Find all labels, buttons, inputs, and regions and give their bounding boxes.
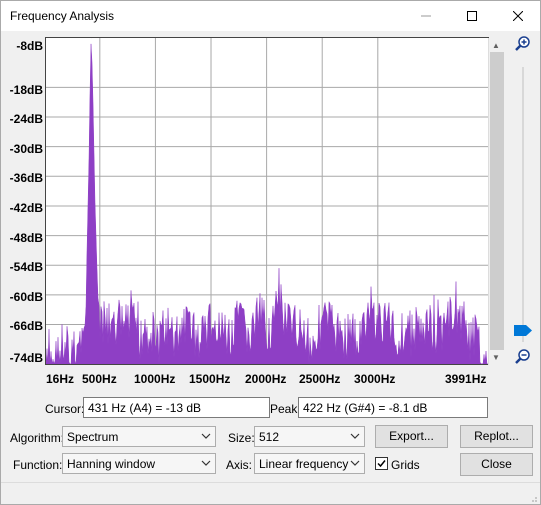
vertical-scrollbar[interactable]: ▲ ▼ [488, 38, 504, 365]
function-value: Hanning window [67, 457, 156, 471]
export-button[interactable]: Export... [375, 425, 448, 448]
y-tick-label: -30dB [9, 142, 43, 156]
x-tick-label: 500Hz [82, 372, 117, 386]
y-tick-label: -24dB [9, 112, 43, 126]
y-tick-label: -8dB [16, 39, 43, 53]
size-select[interactable]: 512 [254, 426, 365, 447]
y-tick-label: -18dB [9, 83, 43, 97]
close-window-button[interactable] [495, 1, 541, 31]
zoom-slider-track[interactable] [522, 67, 524, 342]
scroll-down-icon[interactable]: ▼ [492, 353, 500, 362]
x-tick-label: 16Hz [46, 372, 75, 386]
cursor-readout: 431 Hz (A4) = -13 dB [83, 397, 270, 418]
minimize-icon [421, 15, 431, 17]
x-tick-label: 1500Hz [189, 372, 231, 386]
axis-label: Axis: [226, 458, 253, 472]
cursor-label: Cursor: [45, 402, 85, 416]
algorithm-value: Spectrum [67, 430, 119, 444]
size-label: Size: [228, 431, 255, 445]
algorithm-select[interactable]: Spectrum [62, 426, 216, 447]
divider [1, 482, 540, 483]
function-select[interactable]: Hanning window [62, 453, 216, 474]
zoom-slider-thumb[interactable] [514, 325, 532, 336]
window-title: Frequency Analysis [10, 9, 115, 23]
peak-readout: 422 Hz (G#4) = -8.1 dB [298, 397, 488, 418]
x-tick-label: 3991Hz [445, 372, 487, 386]
checkmark-icon [377, 460, 386, 468]
maximize-icon [467, 11, 477, 21]
y-tick-label: -66dB [9, 319, 43, 333]
spectrum-graph [45, 38, 488, 365]
chevron-down-icon [350, 460, 360, 466]
zoom-out-icon[interactable] [515, 349, 531, 367]
function-label: Function: [13, 458, 63, 472]
y-tick-label: -54dB [9, 260, 43, 274]
y-tick-label: -36dB [9, 171, 43, 185]
y-tick-label: -42dB [9, 201, 43, 215]
y-tick-label: -74dB [9, 351, 43, 365]
grids-label: Grids [391, 458, 420, 472]
y-tick-label: -48dB [9, 231, 43, 245]
peak-label: Peak: [270, 402, 301, 416]
y-tick-label: -60dB [9, 290, 43, 304]
x-tick-label: 1000Hz [134, 372, 176, 386]
chevron-down-icon [350, 433, 360, 439]
x-tick-label: 2500Hz [299, 372, 341, 386]
x-tick-label: 2000Hz [245, 372, 287, 386]
resize-grip-icon[interactable] [528, 493, 538, 503]
size-value: 512 [259, 430, 280, 444]
maximize-button[interactable] [449, 1, 495, 31]
replot-button[interactable]: Replot... [460, 425, 533, 448]
grids-checkbox[interactable] [375, 457, 388, 470]
chevron-down-icon [201, 460, 211, 466]
axis-value: Linear frequency [259, 457, 349, 471]
axis-select[interactable]: Linear frequency [254, 453, 365, 474]
spectrum-plot[interactable] [45, 37, 489, 365]
scroll-up-icon[interactable]: ▲ [492, 41, 500, 50]
chevron-down-icon [201, 433, 211, 439]
algorithm-label: Algorithm: [10, 431, 65, 445]
close-icon [513, 11, 523, 21]
close-button[interactable]: Close [460, 453, 533, 476]
x-tick-label: 3000Hz [354, 372, 396, 386]
zoom-in-icon[interactable] [515, 36, 531, 54]
title-bar: Frequency Analysis [1, 1, 540, 31]
frequency-analysis-window: Frequency Analysis -8dB -18dB -24dB -30dB -3… [0, 0, 541, 505]
minimize-button[interactable] [403, 1, 449, 31]
scrollbar-thumb[interactable] [490, 52, 504, 350]
